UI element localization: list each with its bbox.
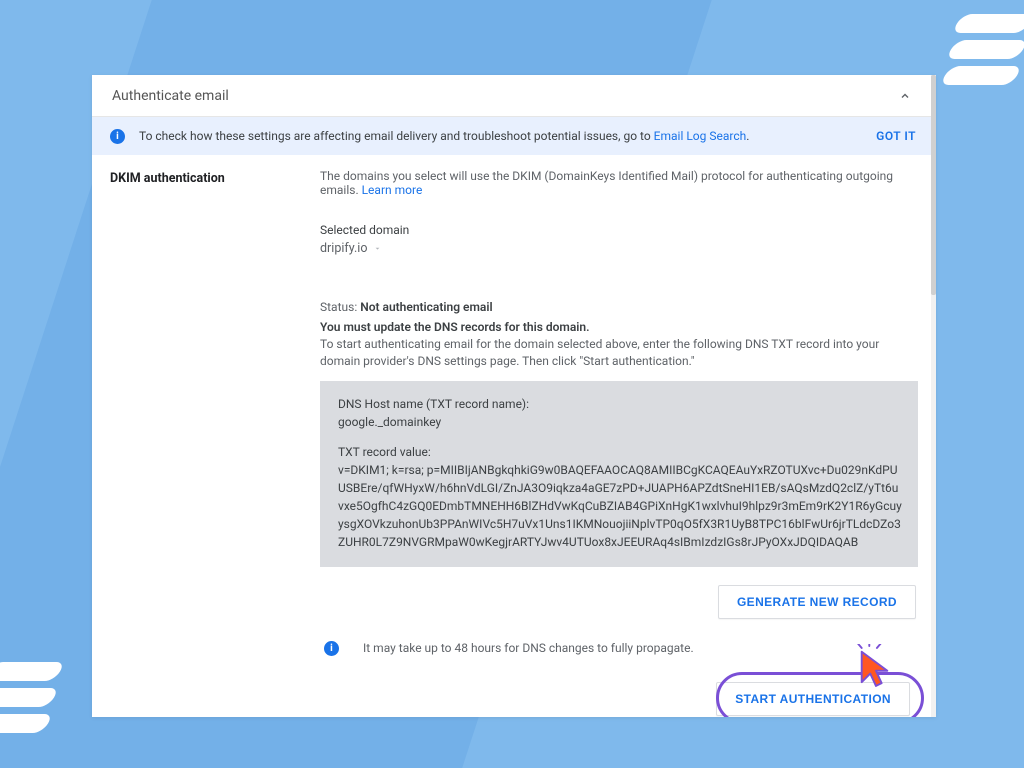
settings-panel: Authenticate email i To check how these … [92,75,936,717]
dns-host-value: google._domainkey [338,413,902,431]
dns-host-label: DNS Host name (TXT record name): [338,395,902,413]
selected-domain-label: Selected domain [320,223,918,237]
info-icon: i [110,129,125,144]
generate-new-record-button[interactable]: GENERATE NEW RECORD [718,585,916,619]
dns-txt-label: TXT record value: [338,443,902,461]
start-authentication-button[interactable]: START AUTHENTICATION [716,682,910,716]
chevron-up-icon [896,87,914,105]
banner-text-end: . [746,129,749,143]
scrollbar[interactable] [931,75,936,717]
domain-value: dripify.io [320,241,367,256]
panel-header[interactable]: Authenticate email [92,75,936,117]
domain-select[interactable]: dripify.io [320,241,382,256]
brand-swish-icon [951,14,1024,104]
learn-more-link[interactable]: Learn more [362,183,423,197]
dns-txt-value: v=DKIM1; k=rsa; p=MIIBIjANBgkqhkiG9w0BAQ… [338,461,902,551]
dns-instructions: To start authenticating email for the do… [320,336,900,371]
status-label: Status: [320,300,360,314]
panel-title: Authenticate email [112,88,229,104]
got-it-button[interactable]: GOT IT [876,129,916,143]
email-log-search-link[interactable]: Email Log Search [654,129,747,143]
brand-swish-icon [0,662,60,752]
dns-record-box: DNS Host name (TXT record name): google.… [320,381,918,567]
caret-down-icon [373,244,382,253]
section-label: DKIM authentication [110,169,320,717]
propagation-hint: It may take up to 48 hours for DNS chang… [363,641,694,655]
banner-text: To check how these settings are affectin… [139,129,654,143]
status-value: Not authenticating email [360,300,492,314]
info-banner: i To check how these settings are affect… [92,117,936,155]
info-icon: i [324,641,339,656]
dns-warning: You must update the DNS records for this… [320,320,918,334]
